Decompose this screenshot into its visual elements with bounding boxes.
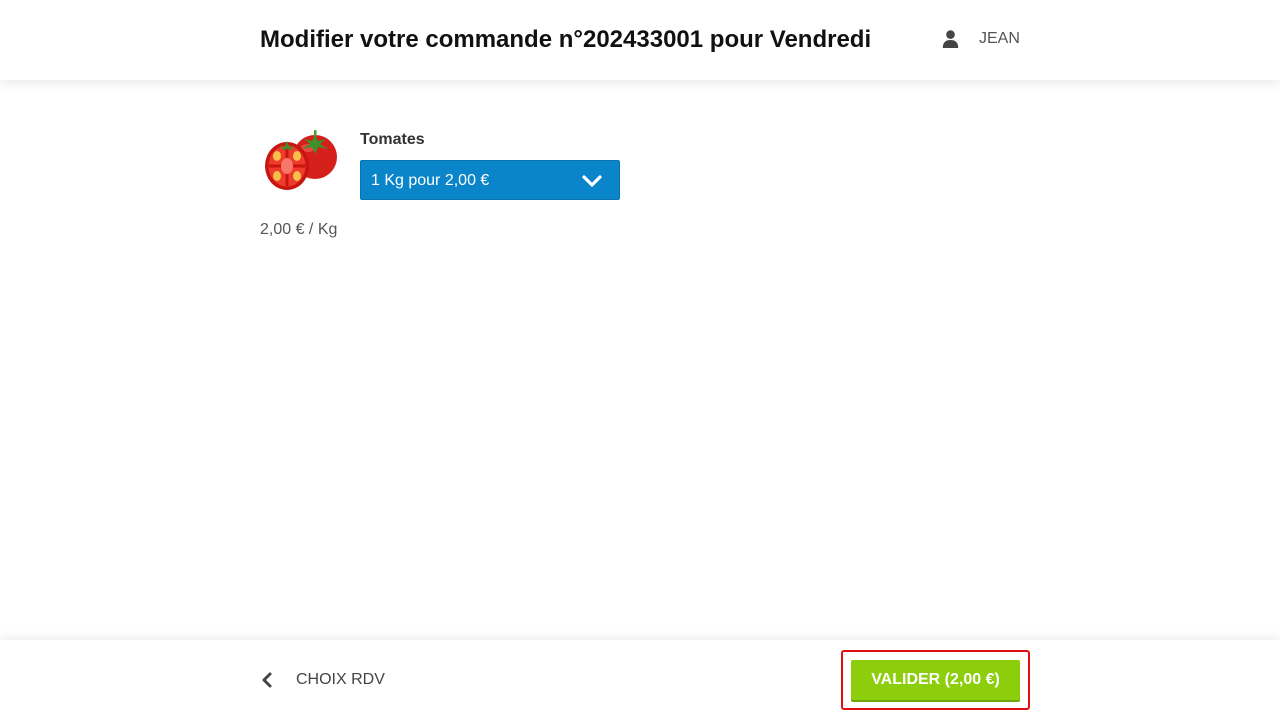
back-label: CHOIX RDV: [296, 671, 385, 688]
quantity-select[interactable]: 1 Kg pour 2,00 €: [360, 160, 620, 200]
validate-button[interactable]: VALIDER (2,00 €): [851, 660, 1020, 700]
page-title: Modifier votre commande n°202433001 pour…: [260, 26, 872, 53]
chevron-down-icon: [582, 175, 602, 187]
quantity-selected-value: 1 Kg pour 2,00 €: [371, 172, 490, 189]
user-icon: [942, 30, 959, 48]
page-footer: CHOIX RDV VALIDER (2,00 €): [0, 640, 1280, 720]
tomatoes-image: [265, 130, 337, 190]
product-name: Tomates: [360, 131, 425, 148]
back-to-appointment-link[interactable]: CHOIX RDV: [260, 670, 385, 690]
chevron-left-icon: [262, 672, 272, 688]
user-account-link[interactable]: JEAN: [942, 29, 1020, 49]
user-name: JEAN: [979, 30, 1020, 47]
unit-price: 2,00 € / Kg: [260, 221, 338, 238]
page-header: Modifier votre commande n°202433001 pour…: [0, 0, 1280, 80]
validate-highlight: VALIDER (2,00 €): [841, 650, 1030, 710]
